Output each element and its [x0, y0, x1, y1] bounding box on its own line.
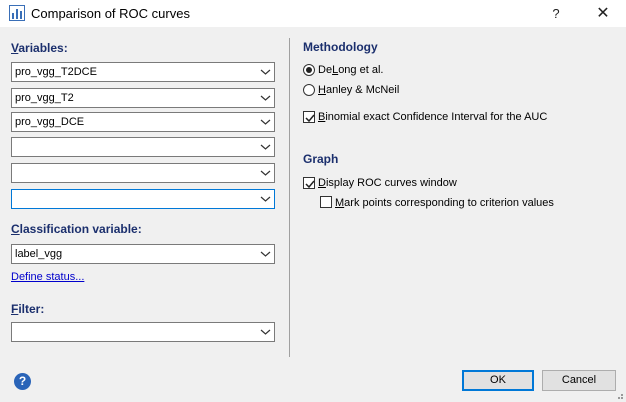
cancel-button[interactable]: Cancel: [542, 370, 616, 391]
variable-select-3[interactable]: pro_vgg_DCE: [11, 112, 275, 132]
delong-radio[interactable]: [303, 64, 315, 76]
classification-variable-select[interactable]: label_vgg: [11, 244, 275, 264]
hanley-mcneil-label[interactable]: Hanley & McNeil: [318, 84, 399, 96]
variable-select-3-value: pro_vgg_DCE: [15, 116, 85, 128]
ok-button[interactable]: OK: [462, 370, 534, 391]
close-button[interactable]: ✕: [580, 0, 626, 27]
vertical-divider: [289, 38, 290, 357]
title-help-button[interactable]: ?: [533, 0, 579, 27]
title-bar: Comparison of ROC curves ? ✕: [0, 0, 626, 27]
delong-label[interactable]: DeLong et al.: [318, 64, 383, 76]
chevron-down-icon: [260, 119, 271, 125]
variable-select-6[interactable]: [11, 189, 275, 209]
variable-select-2-value: pro_vgg_T2: [15, 92, 74, 104]
checkmark-icon: [305, 114, 315, 123]
resize-grip-icon[interactable]: [614, 390, 624, 400]
classification-variable-label: Classification variable:: [11, 222, 142, 236]
help-icon[interactable]: ?: [14, 373, 31, 390]
methodology-heading: Methodology: [303, 40, 378, 54]
variable-select-2[interactable]: pro_vgg_T2: [11, 88, 275, 108]
display-roc-window-checkbox[interactable]: [303, 177, 315, 189]
define-status-link[interactable]: Define status...: [11, 271, 84, 283]
chevron-down-icon: [260, 196, 271, 202]
variable-select-1-value: pro_vgg_T2DCE: [15, 66, 97, 78]
filter-select[interactable]: [11, 322, 275, 342]
classification-variable-value: label_vgg: [15, 248, 63, 260]
chevron-down-icon: [260, 170, 271, 176]
hanley-mcneil-radio[interactable]: [303, 84, 315, 96]
variable-select-5[interactable]: [11, 163, 275, 183]
variable-select-4[interactable]: [11, 137, 275, 157]
chevron-down-icon: [260, 144, 271, 150]
chevron-down-icon: [260, 95, 271, 101]
window-title: Comparison of ROC curves: [31, 6, 190, 21]
chevron-down-icon: [260, 251, 271, 257]
filter-label: Filter:: [11, 302, 45, 316]
checkmark-icon: [305, 180, 315, 189]
display-roc-window-label[interactable]: Display ROC curves window: [318, 177, 457, 189]
binomial-ci-label[interactable]: Binomial exact Confidence Interval for t…: [318, 111, 547, 123]
binomial-ci-checkbox[interactable]: [303, 111, 315, 123]
mark-points-label[interactable]: Mark points corresponding to criterion v…: [335, 197, 554, 209]
chart-app-icon: [9, 5, 25, 21]
variable-select-1[interactable]: pro_vgg_T2DCE: [11, 62, 275, 82]
graph-heading: Graph: [303, 152, 339, 166]
chevron-down-icon: [260, 329, 271, 335]
variables-label: Variables:: [11, 41, 68, 55]
mark-points-checkbox[interactable]: [320, 196, 332, 208]
roc-comparison-dialog: Comparison of ROC curves ? ✕ Variables: …: [0, 0, 626, 402]
chevron-down-icon: [260, 69, 271, 75]
